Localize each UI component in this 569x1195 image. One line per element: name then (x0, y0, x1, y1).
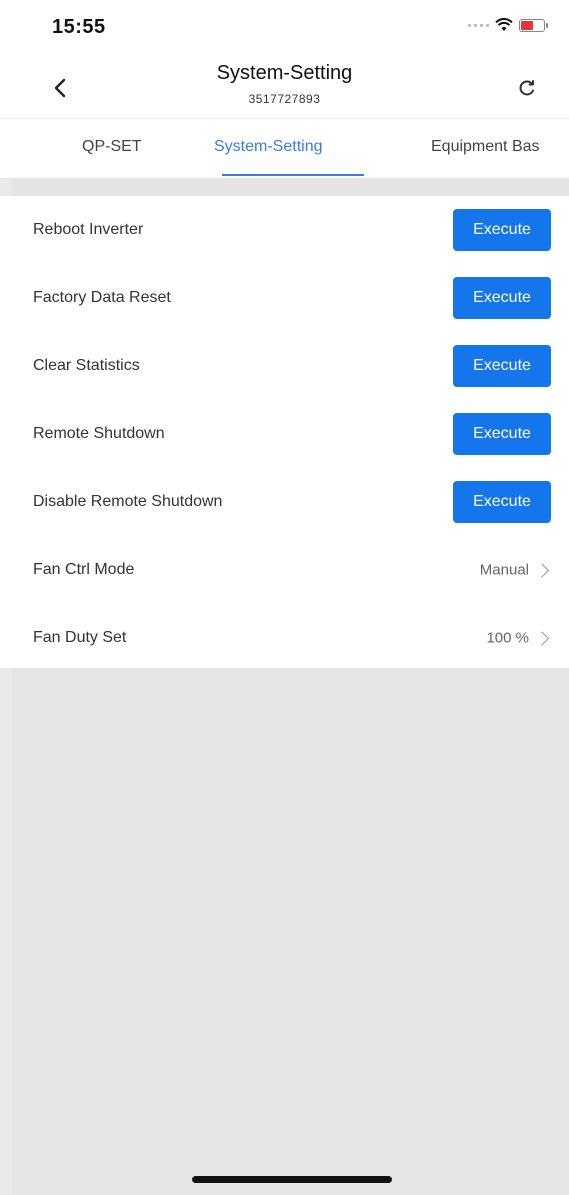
battery-icon (519, 18, 548, 32)
nav-divider (0, 118, 569, 119)
setting-label: Factory Data Reset (33, 289, 171, 306)
fan-ctrl-mode-value: Manual (479, 561, 529, 579)
reboot-inverter-execute-button[interactable]: Execute (453, 209, 551, 251)
chevron-right-icon (534, 562, 550, 578)
setting-row-clear-statistics: Clear Statistics Execute (0, 332, 569, 400)
setting-label: Reboot Inverter (33, 221, 144, 238)
remote-shutdown-execute-button[interactable]: Execute (453, 413, 551, 455)
tab-qp-set[interactable]: QP-SET (82, 138, 142, 156)
status-icons (468, 18, 548, 32)
section-separator (12, 178, 569, 196)
setting-label: Fan Ctrl Mode (33, 561, 135, 578)
setting-label: Fan Duty Set (33, 629, 127, 646)
factory-reset-execute-button[interactable]: Execute (453, 277, 551, 319)
empty-content-area (12, 668, 569, 1195)
setting-label: Remote Shutdown (33, 425, 165, 442)
cellular-signal-icon (468, 23, 489, 27)
setting-row-fan-ctrl-mode[interactable]: Fan Ctrl Mode Manual (0, 536, 569, 604)
tab-bar: QP-SET System-Setting Equipment Bas (0, 120, 569, 178)
fan-ctrl-mode-selector[interactable]: Manual (479, 561, 550, 579)
setting-row-disable-remote-shutdown: Disable Remote Shutdown Execute (0, 468, 569, 536)
tab-system-setting[interactable]: System-Setting (214, 138, 322, 156)
setting-row-fan-duty-set[interactable]: Fan Duty Set 100 % (0, 604, 569, 672)
home-indicator[interactable] (192, 1176, 392, 1183)
setting-label: Disable Remote Shutdown (33, 493, 223, 510)
device-serial: 3517727893 (248, 92, 321, 106)
fan-duty-selector[interactable]: 100 % (486, 629, 550, 647)
clear-statistics-execute-button[interactable]: Execute (453, 345, 551, 387)
nav-bar: System-Setting 3517727893 (0, 56, 569, 118)
tab-equipment-basic[interactable]: Equipment Bas (431, 138, 540, 156)
status-bar: 15:55 (0, 0, 569, 56)
fan-duty-value: 100 % (486, 629, 529, 647)
refresh-icon (519, 80, 534, 96)
setting-label: Clear Statistics (33, 357, 140, 374)
chevron-right-icon (534, 630, 550, 646)
disable-remote-shutdown-execute-button[interactable]: Execute (453, 481, 551, 523)
wifi-icon (495, 18, 513, 31)
page-title: System-Setting (216, 62, 353, 84)
settings-list: Reboot Inverter Execute Factory Data Res… (0, 196, 569, 668)
active-tab-indicator (222, 174, 364, 176)
refresh-button[interactable] (509, 70, 545, 106)
setting-row-factory-data-reset: Factory Data Reset Execute (0, 264, 569, 332)
setting-row-reboot-inverter: Reboot Inverter Execute (0, 196, 569, 264)
status-time: 15:55 (52, 16, 106, 38)
setting-row-remote-shutdown: Remote Shutdown Execute (0, 400, 569, 468)
